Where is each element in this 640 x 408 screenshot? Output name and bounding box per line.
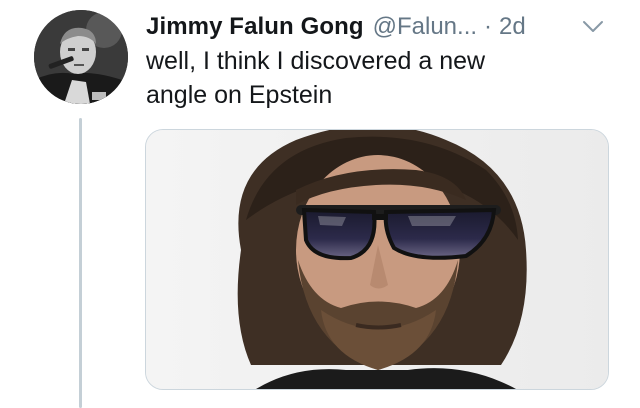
tweet-text: well, I think I discovered a new angle o…	[146, 47, 486, 109]
profile-photo	[34, 10, 128, 104]
tweet-header: Jimmy Falun Gong @Falun... · 2d	[146, 10, 626, 44]
tweet-media[interactable]	[145, 129, 609, 390]
tweet[interactable]: Jimmy Falun Gong @Falun... · 2d well, I …	[0, 0, 640, 408]
display-name[interactable]: Jimmy Falun Gong	[146, 13, 364, 41]
tweet-menu-button[interactable]	[580, 14, 606, 40]
user-handle[interactable]: @Falun...	[373, 13, 477, 41]
avatar[interactable]	[34, 10, 128, 104]
avatar-column	[34, 10, 128, 408]
photo	[146, 130, 608, 389]
chevron-down-icon	[583, 21, 603, 32]
separator-dot: ·	[484, 13, 493, 40]
thread-line	[79, 118, 82, 408]
timestamp[interactable]: 2d	[499, 13, 526, 41]
